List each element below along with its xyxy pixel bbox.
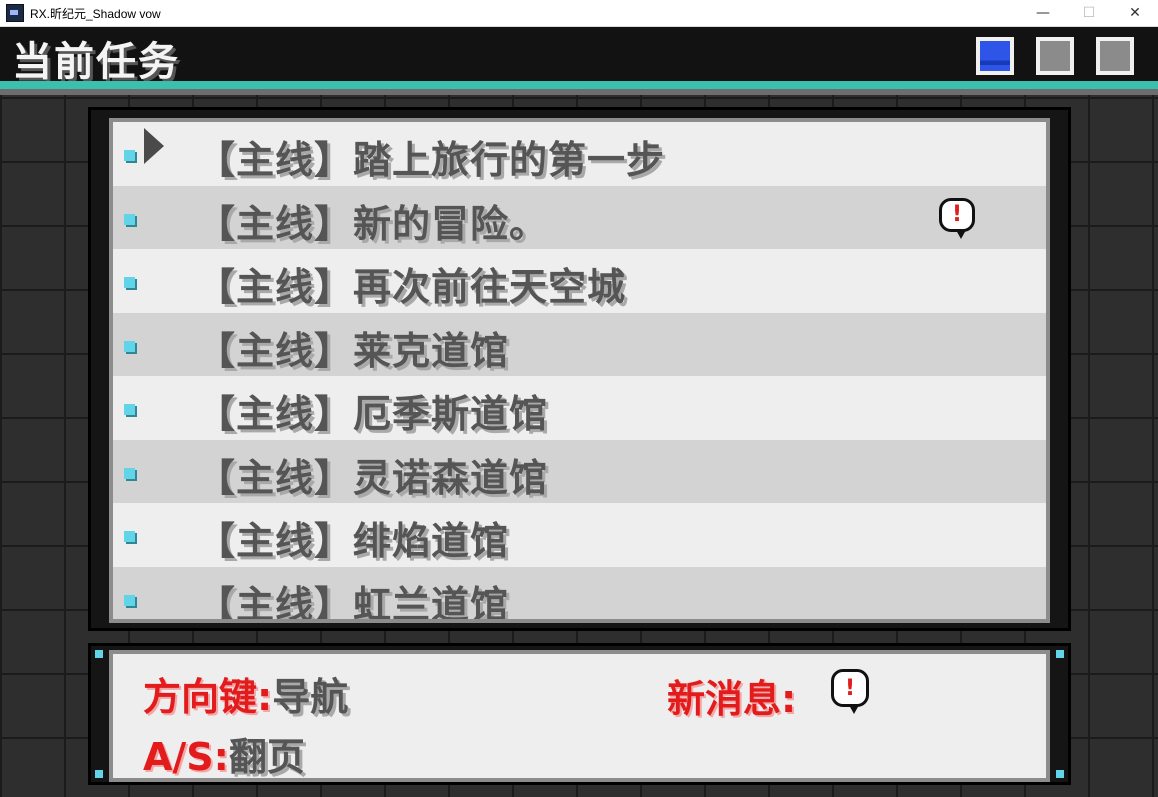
window-title: RX.昕纪元_Shadow vow [30, 6, 161, 21]
page-indicator-1[interactable] [976, 37, 1014, 75]
corner-dot-icon [1056, 650, 1064, 658]
corner-dot-icon [95, 650, 103, 658]
quest-row[interactable]: 【主线】再次前往天空城 [113, 249, 1046, 313]
maximize-button[interactable]: ☐ [1066, 0, 1112, 26]
quest-label: 【主线】灵诺森道馆 [197, 455, 549, 500]
quest-header: 当前任务 [0, 27, 1158, 85]
new-message-alert-icon: ! [831, 669, 869, 714]
quest-row[interactable]: 【主线】绯焰道馆 [113, 503, 1046, 567]
app-icon [6, 4, 24, 22]
quest-label: 【主线】踏上旅行的第一步 [197, 138, 666, 182]
header-shadow-bar [0, 89, 1158, 95]
page-key-desc: 翻页 [228, 735, 305, 779]
page-key-label: A/S: [143, 735, 229, 779]
new-message-label: 新消息: [667, 677, 797, 721]
selection-cursor-icon [144, 128, 164, 164]
quest-label: 【主线】新的冒险。 [197, 201, 549, 246]
corner-dot-icon [1056, 770, 1064, 778]
bullet-icon [124, 467, 135, 479]
page-indicators [976, 37, 1134, 75]
quest-list: 【主线】踏上旅行的第一步 【主线】新的冒险。 ! 【主线】再次前往天空城 【主线… [109, 118, 1050, 623]
quest-row[interactable]: 【主线】新的冒险。 ! [113, 185, 1046, 249]
nav-key-label: 方向键: [143, 675, 273, 719]
window-controls: — ☐ ✕ [1020, 0, 1158, 26]
bullet-icon [124, 594, 135, 606]
quest-label: 【主线】虹兰道馆 [197, 582, 510, 623]
quest-row[interactable]: 【主线】莱克道馆 [113, 312, 1046, 376]
nav-key-desc: 导航 [272, 675, 349, 719]
controls-help-panel: 方向键:导航 新消息: ! A/S:翻页 [88, 643, 1071, 785]
quest-row[interactable]: 【主线】厄季斯道馆 [113, 376, 1046, 440]
nav-help-line: 方向键:导航 [143, 666, 348, 721]
bullet-icon [124, 531, 135, 542]
quest-panel: 【主线】踏上旅行的第一步 【主线】新的冒险。 ! 【主线】再次前往天空城 【主线… [88, 107, 1071, 631]
quest-label: 【主线】绯焰道馆 [197, 519, 510, 563]
header-accent-bar [0, 81, 1158, 89]
quest-row[interactable]: 【主线】踏上旅行的第一步 [113, 122, 1046, 186]
quest-row[interactable]: 【主线】灵诺森道馆 [113, 439, 1046, 503]
page-help-line: A/S:翻页 [143, 726, 305, 781]
game-canvas: 当前任务 【主线】踏上旅行的第一步 【主线】新的冒险。 ! 【主线】再次前往天空… [0, 27, 1158, 797]
controls-help-content: 方向键:导航 新消息: ! A/S:翻页 [109, 650, 1050, 782]
bullet-icon [124, 277, 135, 288]
quest-label: 【主线】再次前往天空城 [197, 265, 627, 309]
bullet-icon [124, 150, 135, 161]
close-button[interactable]: ✕ [1112, 0, 1158, 26]
new-message-alert-icon: ! [939, 197, 975, 239]
corner-dot-icon [95, 770, 103, 778]
page-indicator-3[interactable] [1096, 37, 1134, 75]
minimize-button[interactable]: — [1020, 0, 1066, 26]
window-titlebar: RX.昕纪元_Shadow vow — ☐ ✕ [0, 0, 1158, 27]
bullet-icon [124, 404, 135, 415]
page-indicator-2[interactable] [1036, 37, 1074, 75]
page-title: 当前任务 [12, 39, 180, 85]
bullet-icon [124, 340, 135, 352]
quest-label: 【主线】莱克道馆 [197, 328, 510, 373]
quest-label: 【主线】厄季斯道馆 [197, 392, 549, 436]
quest-row[interactable]: 【主线】虹兰道馆 [113, 566, 1046, 623]
bullet-icon [124, 213, 135, 225]
new-message-help-line: 新消息: [667, 668, 796, 723]
